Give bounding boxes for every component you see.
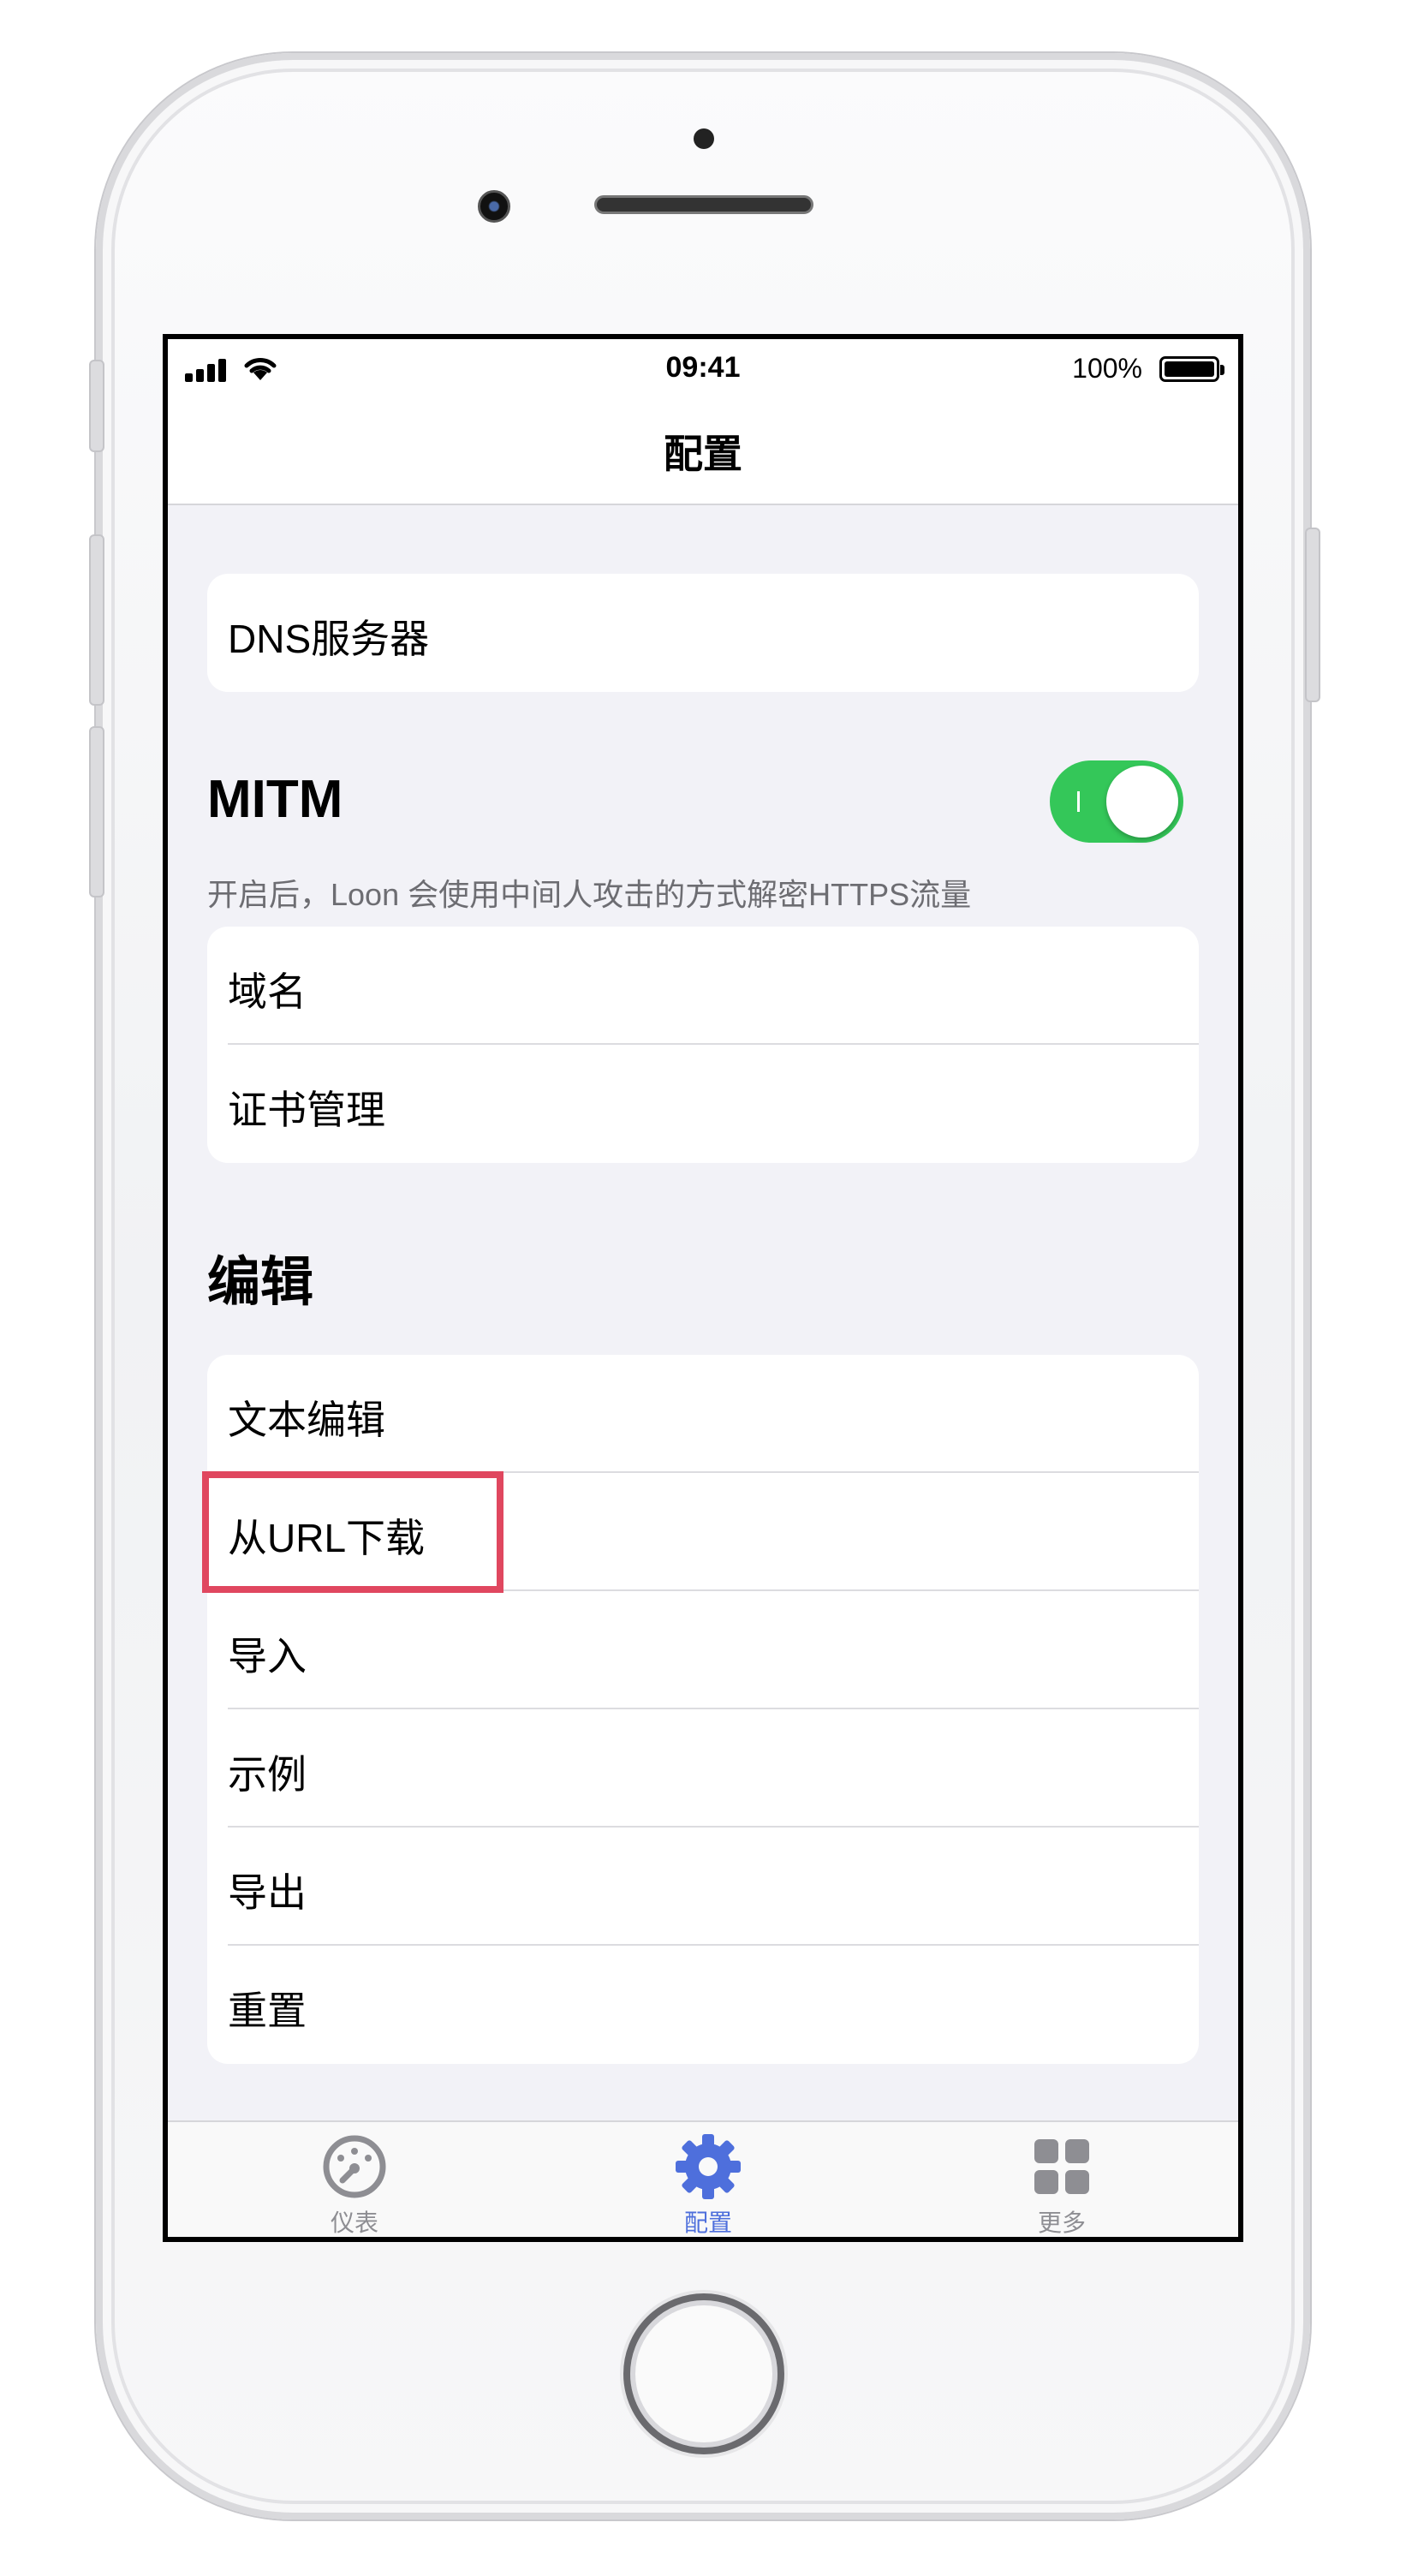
tab-label: 仪表 bbox=[330, 2209, 378, 2236]
mute-switch bbox=[89, 360, 104, 452]
home-button[interactable] bbox=[623, 2293, 784, 2454]
dns-server-label: DNS服务器 bbox=[228, 617, 430, 661]
dns-server-row[interactable]: DNS服务器 bbox=[207, 574, 1199, 692]
proximity-sensor bbox=[694, 128, 714, 149]
mitm-toggle[interactable] bbox=[1050, 760, 1183, 843]
mitm-section-title: MITM bbox=[207, 770, 343, 829]
list-item-certificate-management[interactable]: 证书管理 bbox=[207, 1045, 1199, 1163]
tab-more[interactable]: 更多 bbox=[976, 2132, 1147, 2237]
tab-bar: 仪表 配置 更多 bbox=[168, 2120, 1238, 2237]
list-item-text-edit[interactable]: 文本编辑 bbox=[207, 1355, 1199, 1473]
app-screen: 09:41 100% 配置 DNS服务器 MITM 开启后，Loon 会使用中间… bbox=[163, 334, 1243, 2242]
volume-up-button bbox=[89, 534, 104, 706]
navigation-bar: 配置 bbox=[168, 391, 1238, 505]
list-item-export[interactable]: 导出 bbox=[207, 1828, 1199, 1946]
list-item-example[interactable]: 示例 bbox=[207, 1709, 1199, 1828]
list-item-label: 导出 bbox=[228, 1870, 307, 1915]
tab-config[interactable]: 配置 bbox=[623, 2132, 794, 2237]
mitm-section-footer: 开启后，Loon 会使用中间人攻击的方式解密HTTPS流量 bbox=[207, 877, 972, 912]
toggle-knob bbox=[1106, 766, 1178, 838]
highlight-box bbox=[202, 1471, 503, 1593]
tab-label: 配置 bbox=[683, 2209, 732, 2236]
dashboard-icon bbox=[323, 2135, 386, 2198]
list-item-label: 重置 bbox=[228, 1989, 307, 2033]
tab-dashboard[interactable]: 仪表 bbox=[269, 2132, 440, 2237]
list-item-domain[interactable]: 域名 bbox=[207, 927, 1199, 1045]
power-button bbox=[1305, 528, 1320, 702]
volume-down-button bbox=[89, 726, 104, 897]
page-title: 配置 bbox=[664, 432, 742, 476]
earpiece-speaker bbox=[594, 195, 813, 214]
mitm-group: 域名 证书管理 bbox=[207, 927, 1199, 1163]
tab-label: 更多 bbox=[1037, 2209, 1086, 2236]
list-item-label: 导入 bbox=[228, 1634, 307, 1679]
list-item-label: 域名 bbox=[228, 969, 307, 1014]
list-item-import[interactable]: 导入 bbox=[207, 1591, 1199, 1709]
edit-section-title: 编辑 bbox=[207, 1253, 314, 1312]
toggle-on-mark bbox=[1077, 791, 1080, 812]
list-item-label: 文本编辑 bbox=[228, 1398, 385, 1442]
battery-icon bbox=[1159, 356, 1224, 382]
grid-icon bbox=[1034, 2139, 1089, 2194]
list-item-label: 示例 bbox=[228, 1752, 307, 1797]
status-bar: 09:41 100% bbox=[168, 339, 1238, 391]
gear-icon bbox=[676, 2134, 741, 2199]
dns-group: DNS服务器 bbox=[207, 574, 1199, 692]
list-item-label: 证书管理 bbox=[228, 1088, 385, 1132]
edit-group: 文本编辑 从URL下载 导入 示例 导出 重置 bbox=[207, 1355, 1199, 2064]
list-item-reset[interactable]: 重置 bbox=[207, 1946, 1199, 2064]
front-camera bbox=[478, 190, 510, 223]
battery-percent: 100% bbox=[1072, 353, 1142, 384]
